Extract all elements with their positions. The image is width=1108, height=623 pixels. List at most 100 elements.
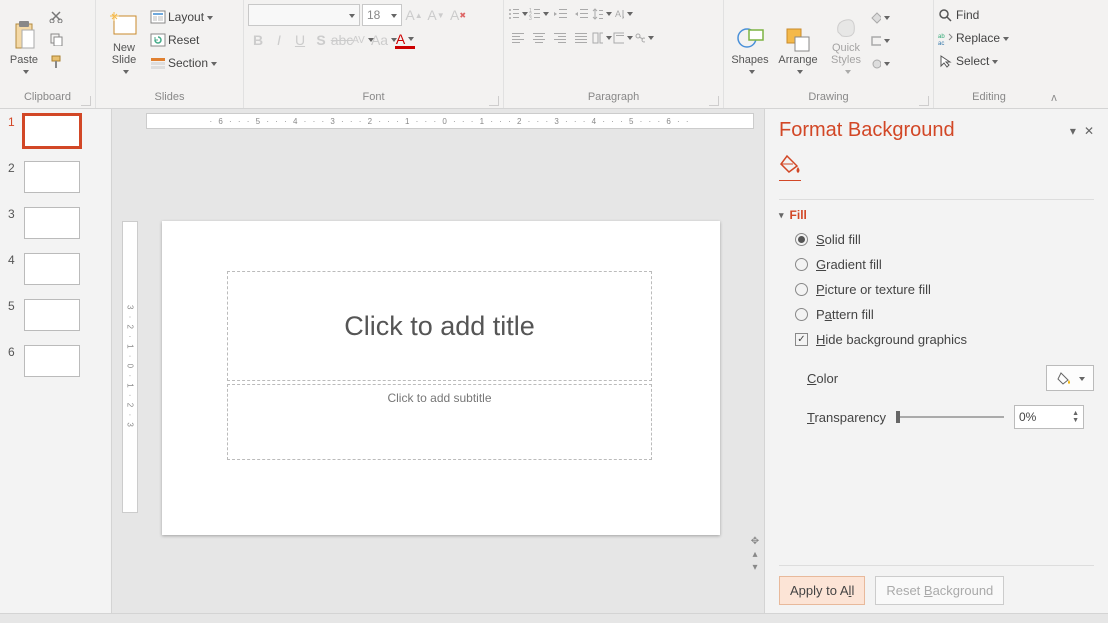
chevron-down-icon (1076, 371, 1085, 386)
font-launcher[interactable] (489, 96, 499, 106)
ribbon: Paste Clipboard New Slide Layout Res (0, 0, 1108, 109)
increase-indent-button[interactable] (571, 4, 591, 24)
pane-options-button[interactable]: ▾ (1070, 124, 1076, 138)
picture-fill-radio[interactable]: Picture or texture fill (795, 282, 1094, 297)
section-button[interactable]: Section (150, 52, 217, 74)
thumbnail-number: 5 (8, 299, 18, 313)
strike-button[interactable]: abc (332, 30, 352, 50)
workspace: 123456 · 6 · · · 5 · · · 4 · · · 3 · · ·… (0, 109, 1108, 613)
find-button[interactable]: Find (938, 4, 979, 26)
group-paragraph: 123 A Paragraph (504, 0, 724, 108)
cut-button[interactable] (46, 6, 66, 26)
decrease-font-button[interactable]: A▼ (426, 5, 446, 25)
quick-styles-icon (832, 14, 860, 42)
italic-button[interactable]: I (269, 30, 289, 50)
solid-fill-radio[interactable]: Solid fill (795, 232, 1094, 247)
thumbnail-panel: 123456 (0, 109, 112, 613)
numbering-button[interactable]: 123 (529, 4, 549, 24)
line-spacing-button[interactable] (592, 4, 612, 24)
shape-effects-button[interactable] (870, 54, 890, 74)
slide-thumbnail[interactable] (24, 115, 80, 147)
font-color-button[interactable]: A (395, 32, 415, 49)
slide-thumbnail[interactable] (24, 299, 80, 331)
reset-button[interactable]: Reset (150, 29, 217, 51)
slide-thumbnail[interactable] (24, 161, 80, 193)
smartart-button[interactable] (634, 28, 654, 48)
color-label: olor (816, 371, 838, 386)
shape-fill-button[interactable] (870, 8, 890, 28)
fill-section-header[interactable]: Fill (790, 208, 807, 222)
next-slide-button[interactable]: ▾ (752, 562, 757, 573)
new-slide-dropdown[interactable] (120, 66, 129, 72)
paint-bucket-icon (1056, 370, 1072, 386)
spin-down[interactable]: ▼ (1072, 417, 1079, 424)
shadow-button[interactable]: S (311, 30, 331, 50)
pattern-fill-radio[interactable]: Pattern fill (795, 307, 1094, 322)
svg-text:A: A (615, 9, 621, 19)
underline-button[interactable]: U (290, 30, 310, 50)
prev-slide-button[interactable]: ▴ (752, 549, 757, 560)
align-text-button[interactable] (613, 28, 633, 48)
thumbnail-row: 5 (8, 299, 103, 331)
clipboard-launcher[interactable] (81, 96, 91, 106)
drawing-launcher[interactable] (919, 96, 929, 106)
clipboard-group-label: Clipboard (24, 91, 71, 103)
arrange-button[interactable]: Arrange (774, 4, 822, 74)
new-slide-label: New Slide (112, 42, 136, 66)
apply-to-all-button[interactable]: Apply to All (779, 576, 865, 605)
paragraph-launcher[interactable] (709, 96, 719, 106)
reset-background-button[interactable]: Reset Background (875, 576, 1004, 605)
slide-thumbnail[interactable] (24, 253, 80, 285)
fill-category-icon[interactable] (779, 152, 1094, 181)
shape-outline-button[interactable] (870, 31, 890, 51)
slide[interactable]: Click to add title Click to add subtitle (162, 221, 720, 535)
quick-styles-button[interactable]: Quick Styles (824, 4, 868, 74)
slide-thumbnail[interactable] (24, 207, 80, 239)
format-painter-button[interactable] (46, 52, 66, 72)
fit-button[interactable]: ✥ (751, 536, 759, 547)
slide-thumbnail[interactable] (24, 345, 80, 377)
shapes-button[interactable]: Shapes (728, 4, 772, 74)
increase-font-button[interactable]: A▲ (404, 5, 424, 25)
clear-format-button[interactable]: A✖ (448, 5, 468, 25)
title-placeholder[interactable]: Click to add title (227, 271, 652, 381)
justify-button[interactable] (571, 28, 591, 48)
replace-button[interactable]: abacReplace (938, 27, 1009, 49)
layout-button[interactable]: Layout (150, 6, 217, 28)
select-button[interactable]: Select (938, 50, 998, 72)
paragraph-group-label: Paragraph (588, 91, 639, 103)
collapse-ribbon-button[interactable]: ʌ (1044, 92, 1064, 108)
drawing-group-label: Drawing (808, 91, 848, 103)
change-case-button[interactable]: Aa (374, 30, 394, 50)
font-name-combo[interactable] (248, 4, 360, 26)
thumbnail-number: 1 (8, 115, 18, 129)
svg-text:ab: ab (938, 34, 945, 40)
new-slide-button[interactable]: New Slide (100, 4, 148, 74)
paste-label: Paste (10, 54, 38, 66)
group-drawing: Shapes Arrange Quick Styles Drawing (724, 0, 934, 108)
columns-button[interactable] (592, 28, 612, 48)
align-center-button[interactable] (529, 28, 549, 48)
align-left-button[interactable] (508, 28, 528, 48)
paste-icon (11, 20, 37, 52)
text-direction-button[interactable]: A (613, 4, 633, 24)
thumbnail-number: 3 (8, 207, 18, 221)
editing-group-label: Editing (972, 91, 1006, 103)
font-size-combo[interactable]: 18 (362, 4, 402, 26)
spin-up[interactable]: ▲ (1072, 410, 1079, 417)
transparency-spinner[interactable]: 0% ▲▼ (1014, 405, 1084, 429)
transparency-label: ransparency (814, 410, 886, 425)
paste-dropdown-arrow[interactable] (20, 66, 29, 72)
bold-button[interactable]: B (248, 30, 268, 50)
transparency-slider[interactable] (896, 416, 1004, 418)
gradient-fill-radio[interactable]: Gradient fill (795, 257, 1094, 272)
copy-button[interactable] (46, 29, 66, 49)
subtitle-placeholder[interactable]: Click to add subtitle (227, 384, 652, 460)
decrease-indent-button[interactable] (550, 4, 570, 24)
hide-bg-checkbox[interactable]: Hide background graphics (795, 332, 1094, 347)
color-picker-button[interactable] (1046, 365, 1094, 391)
pane-close-button[interactable]: ✕ (1084, 124, 1094, 138)
paste-button[interactable]: Paste (4, 4, 44, 74)
align-right-button[interactable] (550, 28, 570, 48)
bullets-button[interactable] (508, 4, 528, 24)
